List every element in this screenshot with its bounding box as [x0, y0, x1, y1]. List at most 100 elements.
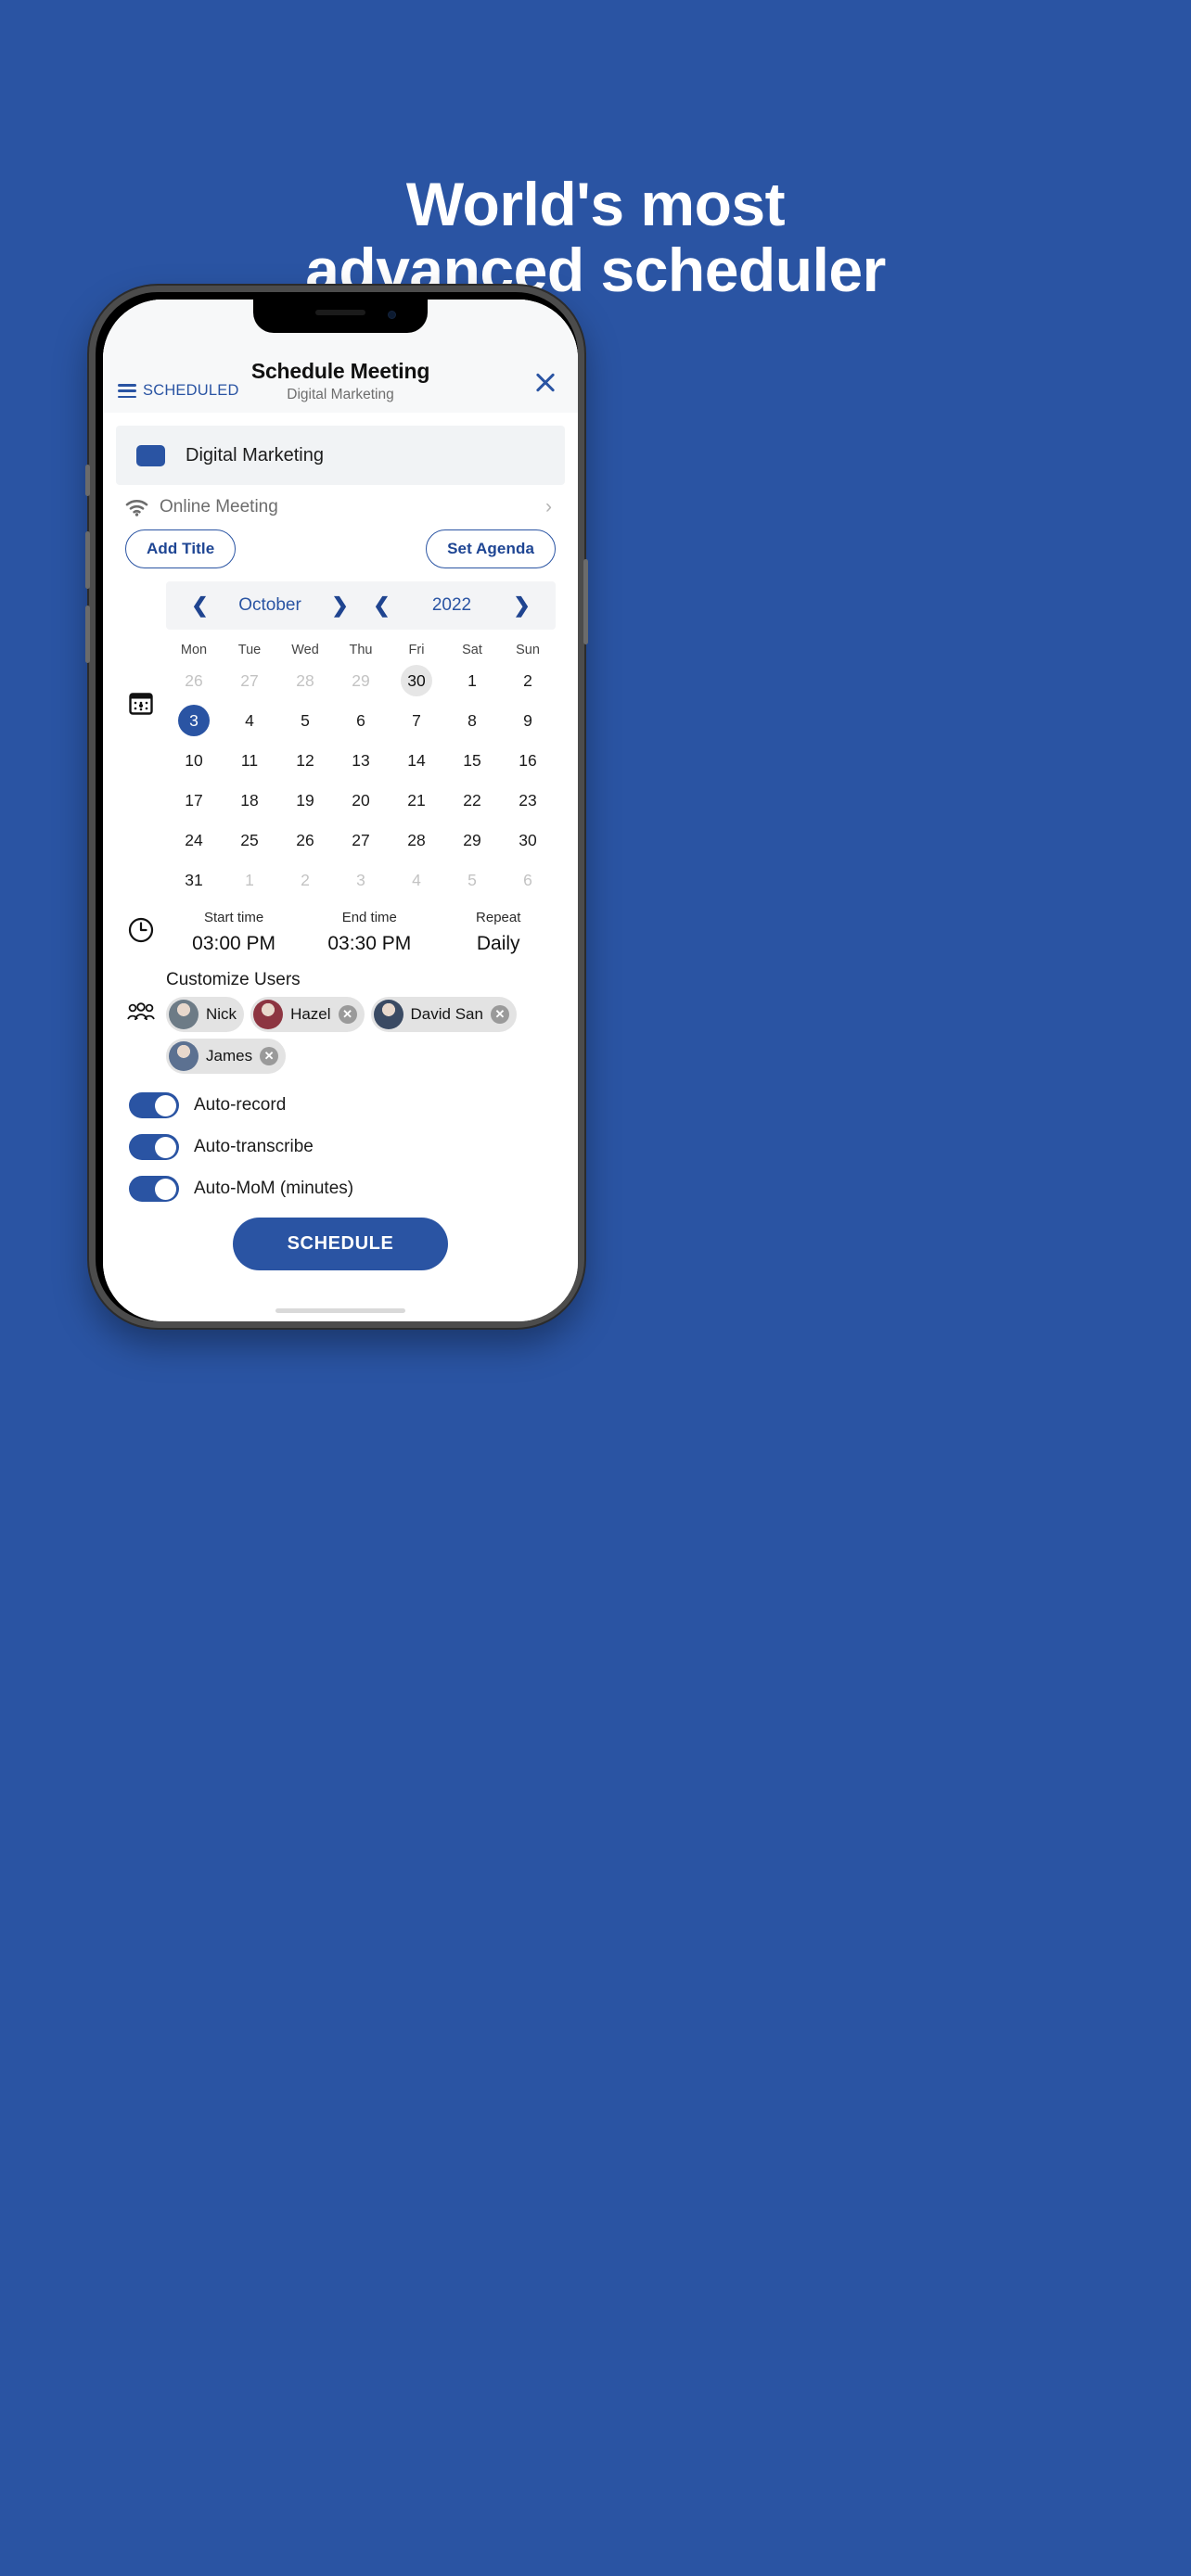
close-circle-icon[interactable]: ✕: [490, 1005, 509, 1024]
calendar-day-cell[interactable]: 26: [166, 664, 222, 697]
weekday-mon: Mon: [180, 643, 208, 657]
calendar-day-label: 2: [523, 670, 532, 690]
calendar-day-cell[interactable]: 23: [500, 784, 556, 817]
toggle-switch[interactable]: [129, 1134, 179, 1160]
calendar-main: ❮ October ❯ ❮ 2022 ❯ Mon Tue Wed Thu Fri Sat S…: [166, 581, 565, 897]
prev-month-button[interactable]: ❮: [187, 593, 211, 618]
calendar-day-cell[interactable]: 21: [389, 784, 444, 817]
calendar-day-cell[interactable]: 18: [222, 784, 277, 817]
calendar-week-row: 26 27 28 29 30 1 2: [166, 664, 556, 697]
calendar-day-cell[interactable]: 13: [333, 744, 389, 777]
calendar-day-cell[interactable]: 2: [277, 863, 333, 897]
calendar-day-cell[interactable]: 29: [444, 823, 500, 857]
calendar-day-label: 30: [519, 830, 537, 849]
toggle-switch[interactable]: [129, 1092, 179, 1118]
calendar-day-cell[interactable]: 4: [222, 704, 277, 737]
end-time-field[interactable]: End time 03:30 PM: [301, 910, 437, 955]
calendar-day-cell[interactable]: 20: [333, 784, 389, 817]
toggle-switch[interactable]: [129, 1176, 179, 1202]
calendar-day-cell[interactable]: 30: [389, 664, 444, 697]
calendar-day-cell[interactable]: 3: [333, 863, 389, 897]
weekday-tue: Tue: [237, 643, 262, 657]
calendar-day-label: 11: [240, 750, 259, 770]
calendar-week-row: 24 25 26 27 28 29 30: [166, 823, 556, 857]
calendar-month-label: October: [238, 595, 301, 615]
people-icon-column: [116, 970, 166, 1027]
calendar-day-cell[interactable]: 2: [500, 664, 556, 697]
project-card[interactable]: Digital Marketing: [116, 426, 565, 485]
calendar-day-cell[interactable]: 9: [500, 704, 556, 737]
user-chip-name: James: [206, 1047, 253, 1065]
calendar-day-cell[interactable]: 26: [277, 823, 333, 857]
calendar-day-label: 13: [352, 750, 370, 770]
calendar-day-cell[interactable]: 5: [277, 704, 333, 737]
calendar-day-cell[interactable]: 10: [166, 744, 222, 777]
calendar-nav: ❮ October ❯ ❮ 2022 ❯: [166, 581, 556, 630]
calendar-day-cell[interactable]: 8: [444, 704, 500, 737]
close-circle-icon[interactable]: ✕: [338, 1005, 357, 1024]
next-year-button[interactable]: ❯: [509, 593, 533, 618]
calendar-day-cell[interactable]: 7: [389, 704, 444, 737]
calendar-day-cell[interactable]: 6: [500, 863, 556, 897]
calendar-day-cell[interactable]: 1: [222, 863, 277, 897]
phone-power-button: [583, 559, 588, 644]
calendar-day-cell[interactable]: 28: [277, 664, 333, 697]
calendar-day-label: 8: [467, 710, 477, 730]
calendar-day-label: 28: [296, 670, 314, 690]
schedule-button[interactable]: SCHEDULE: [233, 1218, 448, 1270]
user-chip[interactable]: Nick: [166, 997, 245, 1032]
calendar-day-cell[interactable]: 24: [166, 823, 222, 857]
calendar-day-cell[interactable]: 16: [500, 744, 556, 777]
calendar-day-label: 29: [352, 670, 370, 690]
wifi-icon: [125, 499, 148, 516]
calendar-day-cell[interactable]: 22: [444, 784, 500, 817]
calendar-day-cell[interactable]: 29: [333, 664, 389, 697]
hamburger-icon[interactable]: [118, 384, 136, 398]
set-agenda-button[interactable]: Set Agenda: [426, 529, 556, 568]
calendar-day-label: 5: [301, 710, 310, 730]
meeting-type-row[interactable]: Online Meeting ›: [116, 485, 565, 528]
calendar-day-cell[interactable]: 30: [500, 823, 556, 857]
calendar-day-cell[interactable]: 4: [389, 863, 444, 897]
user-chip[interactable]: James ✕: [166, 1039, 287, 1074]
user-chip-name: Nick: [206, 1005, 237, 1023]
user-chip[interactable]: Hazel ✕: [250, 997, 365, 1032]
calendar-day-cell[interactable]: 19: [277, 784, 333, 817]
calendar-day-cell[interactable]: 6: [333, 704, 389, 737]
close-circle-icon[interactable]: ✕: [260, 1047, 279, 1065]
calendar-day-cell[interactable]: 15: [444, 744, 500, 777]
calendar-day-cell[interactable]: 3: [166, 704, 222, 737]
promo-page: World's most advanced scheduler SCHEDULE…: [0, 0, 1191, 2576]
user-chip[interactable]: David San ✕: [370, 997, 517, 1032]
next-month-button[interactable]: ❯: [327, 593, 352, 618]
repeat-field[interactable]: Repeat Daily: [437, 910, 559, 955]
calendar-day-cell[interactable]: 11: [222, 744, 277, 777]
calendar-day-cell[interactable]: 17: [166, 784, 222, 817]
calendar-day-label: 20: [352, 790, 370, 810]
time-columns: Start time 03:00 PM End time 03:30 PM Re…: [166, 910, 565, 955]
calendar-day-cell[interactable]: 1: [444, 664, 500, 697]
calendar-day-cell[interactable]: 5: [444, 863, 500, 897]
app-body: Digital Marketing Online Meeting › Add T…: [103, 426, 578, 1270]
calendar-day-cell[interactable]: 12: [277, 744, 333, 777]
calendar-week-row: 17 18 19 20 21 22 23: [166, 784, 556, 817]
calendar-day-label: 3: [356, 870, 365, 889]
calendar-day-cell[interactable]: 14: [389, 744, 444, 777]
scheduled-menu-button[interactable]: SCHEDULED: [118, 382, 239, 403]
calendar-day-cell[interactable]: 27: [333, 823, 389, 857]
calendar-day-cell[interactable]: 31: [166, 863, 222, 897]
weekday-sat: Sat: [462, 643, 482, 657]
calendar-week-row: 3 4 5 6 7 8 9: [166, 704, 556, 737]
add-title-button[interactable]: Add Title: [125, 529, 237, 568]
start-time-field[interactable]: Start time 03:00 PM: [166, 910, 301, 955]
calendar-day-label: 10: [185, 750, 203, 770]
calendar-day-label: 24: [185, 830, 203, 849]
close-icon[interactable]: [531, 368, 559, 396]
calendar-day-cell[interactable]: 27: [222, 664, 277, 697]
prev-year-button[interactable]: ❮: [369, 593, 393, 618]
calendar-day-cell[interactable]: 25: [222, 823, 277, 857]
clock-icon-column: [116, 917, 166, 948]
calendar-day-cell[interactable]: 28: [389, 823, 444, 857]
user-chip-name: Hazel: [290, 1005, 331, 1023]
page-title: Schedule Meeting: [250, 359, 430, 383]
